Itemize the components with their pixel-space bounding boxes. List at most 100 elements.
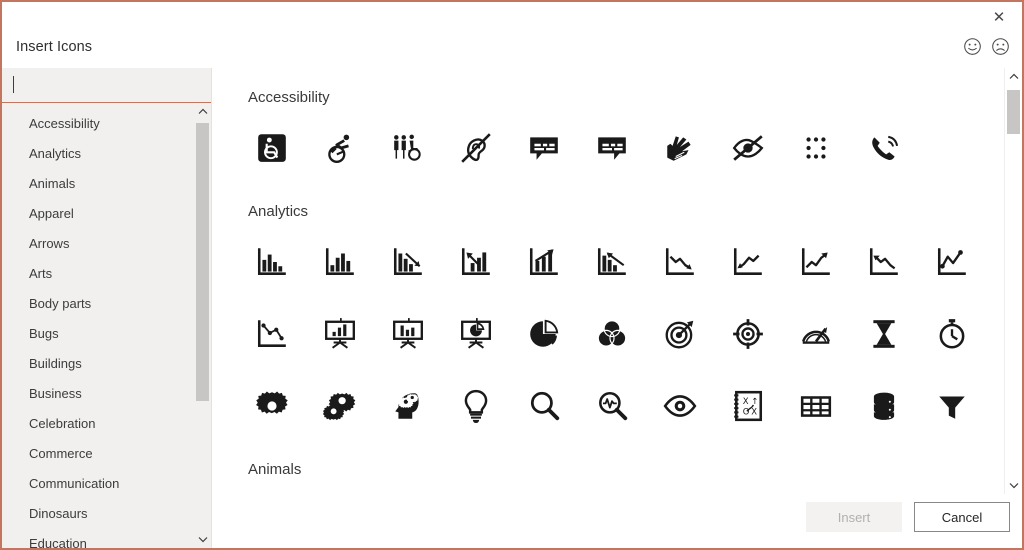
- gallery-scrollbar[interactable]: [1004, 68, 1022, 494]
- closed-caption-bubble-icon[interactable]: [510, 114, 578, 182]
- people-with-wheelchair-icon[interactable]: [374, 114, 442, 182]
- crosshair-target-icon[interactable]: [714, 300, 782, 368]
- lizard-icon[interactable]: [918, 486, 986, 494]
- sidebar: Accessibility Analytics Animals Apparel Arro…: [2, 68, 212, 548]
- search-input[interactable]: [12, 68, 204, 103]
- venn-diagram-icon[interactable]: [578, 300, 646, 368]
- gallery-section-title: Animals: [248, 461, 302, 478]
- head-with-gears-icon[interactable]: [374, 372, 442, 440]
- insert-button[interactable]: Insert: [806, 502, 902, 532]
- presentation-bar-chart-icon[interactable]: [306, 300, 374, 368]
- sidebar-item-commerce[interactable]: Commerce: [2, 439, 194, 469]
- deaf-ear-icon[interactable]: [442, 114, 510, 182]
- sidebar-item-arrows[interactable]: Arrows: [2, 229, 194, 259]
- wheelchair-sign-icon[interactable]: [238, 114, 306, 182]
- wheelchair-racer-icon[interactable]: [306, 114, 374, 182]
- sidebar-item-body-parts[interactable]: Body parts: [2, 289, 194, 319]
- line-chart-up-left-icon[interactable]: [714, 228, 782, 296]
- fish-icon[interactable]: [782, 486, 850, 494]
- smiley-face-icon[interactable]: [963, 37, 982, 56]
- table-grid-icon[interactable]: [782, 372, 850, 440]
- crocodile-icon[interactable]: [850, 486, 918, 494]
- target-dart-icon[interactable]: [646, 300, 714, 368]
- sidebar-item-analytics[interactable]: Analytics: [2, 139, 194, 169]
- dachshund-dog-icon[interactable]: [306, 486, 374, 494]
- sidebar-item-buildings[interactable]: Buildings: [2, 349, 194, 379]
- gallery-scroll-up-icon[interactable]: [1005, 68, 1022, 85]
- dialog-body: Accessibility Analytics Animals Apparel Arro…: [2, 68, 1022, 548]
- bar-chart-diagonal-arrow-icon[interactable]: [578, 228, 646, 296]
- eye-blind-icon[interactable]: [714, 114, 782, 182]
- pig-face-icon[interactable]: [442, 486, 510, 494]
- stopwatch-icon[interactable]: [918, 300, 986, 368]
- search-box: [2, 68, 211, 103]
- icon-row: [238, 228, 1005, 296]
- rabbit-icon[interactable]: [510, 486, 578, 494]
- braille-dots-icon[interactable]: [782, 114, 850, 182]
- feedback-buttons: [963, 37, 1010, 56]
- sidebar-scroll-up-icon[interactable]: [194, 103, 211, 120]
- sidebar-scrollbar-thumb[interactable]: [196, 123, 209, 401]
- bird-icon[interactable]: [646, 486, 714, 494]
- funnel-icon[interactable]: [918, 372, 986, 440]
- sidebar-item-accessibility[interactable]: Accessibility: [2, 109, 194, 139]
- dialog-footer: Insert Cancel: [212, 494, 1022, 548]
- sidebar-item-label: Dinosaurs: [29, 506, 88, 521]
- magnifier-icon[interactable]: [510, 372, 578, 440]
- gauge-meter-icon[interactable]: [782, 300, 850, 368]
- bar-chart-vertical-icon[interactable]: [306, 228, 374, 296]
- sidebar-item-education[interactable]: Education: [2, 529, 194, 548]
- sidebar-item-label: Bugs: [29, 326, 59, 341]
- sidebar-item-label: Business: [29, 386, 82, 401]
- magnifier-pulse-icon[interactable]: [578, 372, 646, 440]
- sidebar-item-label: Arrows: [29, 236, 70, 251]
- sidebar-item-label: Body parts: [29, 296, 92, 311]
- gallery-scrollbar-thumb[interactable]: [1007, 90, 1020, 134]
- line-chart-zigzag-icon[interactable]: [918, 228, 986, 296]
- presentation-pie-chart-icon[interactable]: [442, 300, 510, 368]
- bar-chart-rising-arrow-icon[interactable]: [510, 228, 578, 296]
- subtitles-bubble-icon[interactable]: [578, 114, 646, 182]
- close-icon[interactable]: ✕: [986, 6, 1012, 28]
- sidebar-item-celebration[interactable]: Celebration: [2, 409, 194, 439]
- line-chart-down-icon[interactable]: [646, 228, 714, 296]
- pie-chart-icon[interactable]: [510, 300, 578, 368]
- turtle-icon[interactable]: [374, 486, 442, 494]
- sidebar-item-apparel[interactable]: Apparel: [2, 199, 194, 229]
- sidebar-item-dinosaurs[interactable]: Dinosaurs: [2, 499, 194, 529]
- line-chart-up-right-icon[interactable]: [782, 228, 850, 296]
- sidebar-item-label: Apparel: [29, 206, 74, 221]
- sidebar-item-arts[interactable]: Arts: [2, 259, 194, 289]
- eye-icon[interactable]: [646, 372, 714, 440]
- cancel-button[interactable]: Cancel: [914, 502, 1010, 532]
- mouse-icon[interactable]: [578, 486, 646, 494]
- sign-language-hands-icon[interactable]: [646, 114, 714, 182]
- svg-text:X: X: [743, 397, 749, 407]
- phone-with-sound-icon[interactable]: [850, 114, 918, 182]
- scatter-plot-icon[interactable]: [238, 300, 306, 368]
- sidebar-item-bugs[interactable]: Bugs: [2, 319, 194, 349]
- sidebar-item-animals[interactable]: Animals: [2, 169, 194, 199]
- lightbulb-icon[interactable]: [442, 372, 510, 440]
- gallery-scroll-down-icon[interactable]: [1005, 477, 1022, 494]
- sidebar-item-label: Buildings: [29, 356, 82, 371]
- icon-row: X ↑ O X: [238, 372, 1005, 440]
- line-chart-declining-icon[interactable]: [850, 228, 918, 296]
- sidebar-item-business[interactable]: Business: [2, 379, 194, 409]
- strategy-playbook-icon[interactable]: X ↑ O X: [714, 372, 782, 440]
- database-icon[interactable]: [850, 372, 918, 440]
- presentation-column-chart-icon[interactable]: [374, 300, 442, 368]
- hourglass-icon[interactable]: [850, 300, 918, 368]
- gear-icon[interactable]: [238, 372, 306, 440]
- bar-chart-icon[interactable]: [238, 228, 306, 296]
- sidebar-scrollbar[interactable]: [194, 103, 211, 548]
- cat-icon[interactable]: [238, 486, 306, 494]
- frowny-face-icon[interactable]: [991, 37, 1010, 56]
- gears-icon[interactable]: [306, 372, 374, 440]
- bar-chart-down-arrow-icon[interactable]: [374, 228, 442, 296]
- whale-icon[interactable]: [714, 486, 782, 494]
- sidebar-item-communication[interactable]: Communication: [2, 469, 194, 499]
- sidebar-scroll-down-icon[interactable]: [194, 531, 211, 548]
- bar-chart-up-arrow-left-icon[interactable]: [442, 228, 510, 296]
- icon-gallery-wrapper: Accessibility Analytics X ↑ O X Animals: [212, 68, 1022, 494]
